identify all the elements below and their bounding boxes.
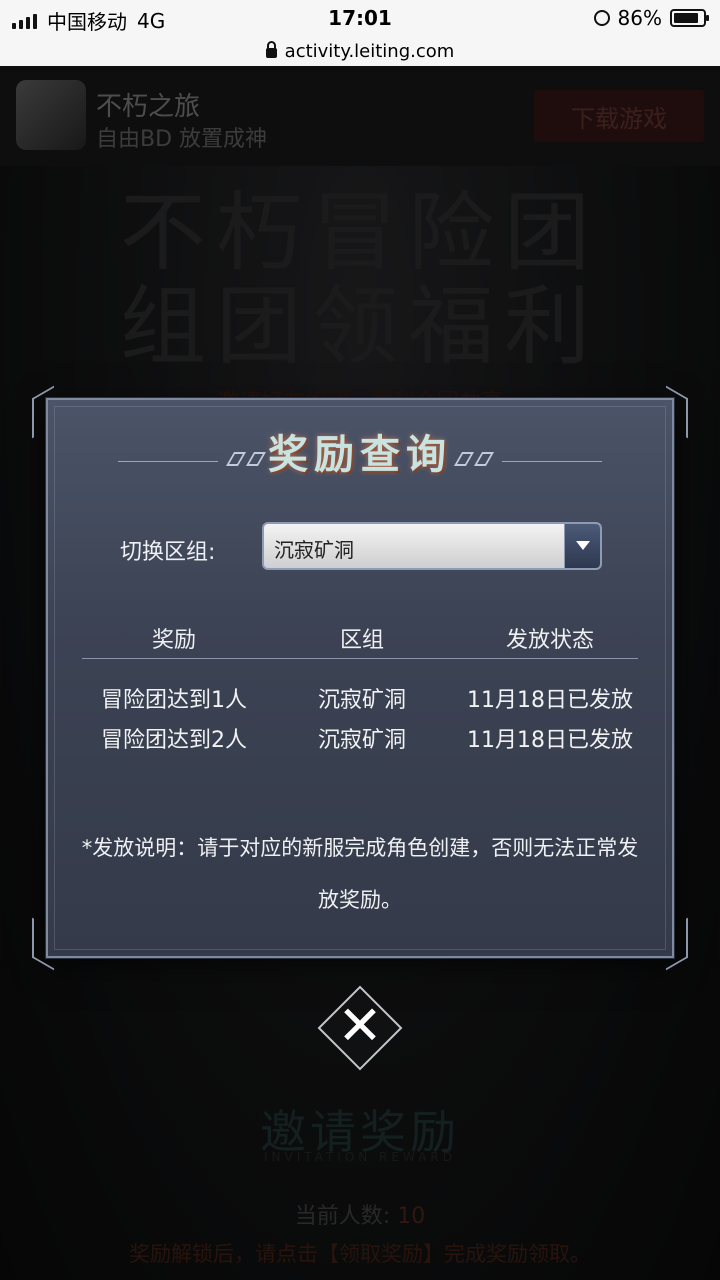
reward-cell: 冒险团达到2人 (101, 728, 247, 753)
column-header-reward: 奖励 (151, 628, 196, 653)
table-row: 冒险团达到1人 沉寂矿洞 11月18日已发放 (48, 682, 672, 714)
battery-icon (670, 9, 709, 27)
server-select[interactable]: 沉寂矿洞 (262, 522, 602, 570)
battery-fill (674, 13, 699, 23)
status-cell: 11月18日已发放 (467, 688, 633, 713)
column-header-status: 发放状态 (505, 628, 594, 653)
title-ornament-right (452, 452, 602, 468)
server-cell: 沉寂矿洞 (317, 688, 406, 713)
table-row: 冒险团达到2人 沉寂矿洞 11月18日已发放 (48, 722, 672, 754)
close-icon: ✕ (337, 994, 383, 1057)
table-divider (82, 658, 638, 659)
distribution-note: *发放说明：请于对应的新服完成角色创建，否则无法正常发放奖励。 (81, 836, 639, 912)
close-dialog-button[interactable]: ✕ (316, 985, 404, 1071)
reward-cell: 冒险团达到1人 (101, 688, 247, 713)
server-cell: 沉寂矿洞 (317, 728, 406, 753)
alarm-icon (593, 10, 610, 26)
battery-percent: 86% (617, 6, 662, 30)
status-bar: 中国移动 4G 17:01 86% (0, 0, 720, 36)
reward-query-dialog: 奖励查询 切换区组: 沉寂矿洞 奖励 区组 发放状态 冒险团达到1人 沉寂矿洞 … (32, 385, 688, 971)
url-bar[interactable]: activity.leiting.com (0, 36, 720, 66)
dialog-title: 奖励查询 (268, 431, 452, 478)
server-select-value: 沉寂矿洞 (274, 538, 354, 562)
dropdown-arrow-icon[interactable] (564, 524, 600, 568)
switch-server-label: 切换区组: (120, 540, 216, 565)
status-cell: 11月18日已发放 (467, 728, 633, 753)
lock-icon (265, 41, 277, 58)
status-right: 86% (593, 6, 709, 30)
column-header-server: 区组 (339, 628, 384, 653)
url-text: activity.leiting.com (284, 40, 455, 62)
